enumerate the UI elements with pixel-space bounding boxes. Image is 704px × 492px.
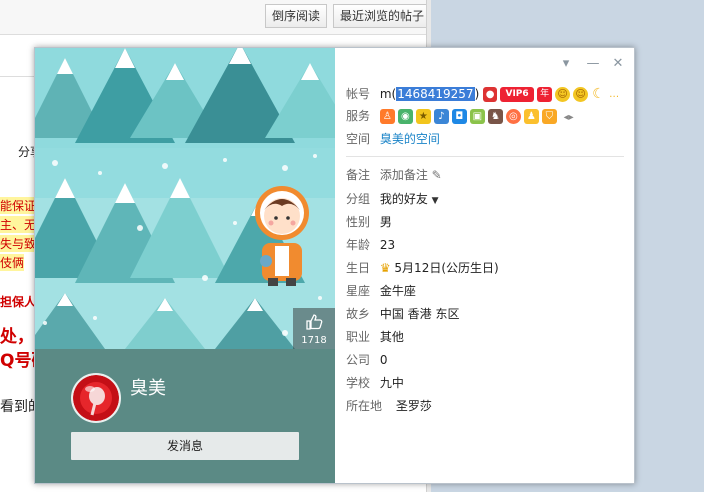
game-icon[interactable]: ◎: [505, 109, 521, 124]
job-value: 其他: [379, 330, 404, 344]
cow-icon[interactable]: ♞: [487, 109, 503, 124]
star-icon[interactable]: ★: [415, 109, 431, 124]
gender-label: 性别: [346, 215, 371, 229]
services-row: 服务 ♙ ◉ ★ ♪ ◘ ▣ ♞ ◎ ♟ ⛉ ◂▸: [346, 107, 574, 125]
close-icon[interactable]: ✕: [610, 56, 626, 72]
dropdown-arrow-icon[interactable]: ▾: [558, 56, 574, 72]
job-label: 职业: [346, 330, 371, 344]
thumbs-up-icon: [306, 314, 323, 330]
recent-posts-button[interactable]: 最近浏览的帖子: [333, 4, 432, 28]
space-link[interactable]: 臭美的空间: [380, 132, 440, 146]
send-message-button[interactable]: 发消息: [71, 432, 299, 460]
company-value: 0: [379, 353, 388, 367]
group-label: 分组: [346, 192, 371, 206]
profile-left-panel: 1718 臭美 发消息: [35, 48, 335, 483]
zodiac-row: 星座 金牛座: [346, 282, 416, 300]
gender-value: 男: [379, 215, 392, 229]
add-remark-link[interactable]: 添加备注: [380, 168, 428, 182]
zodiac-value: 金牛座: [379, 284, 416, 298]
birthday-row: 生日 ♛ 5月12日(公历生日): [346, 259, 499, 277]
peek-text: 失与致: [0, 235, 37, 252]
year-badge: 年: [537, 87, 553, 102]
hometown-value: 中国 香港 东区: [379, 307, 460, 321]
music-icon[interactable]: ♪: [433, 109, 449, 124]
school-row: 学校 九中: [346, 374, 404, 392]
location-label: 所在地: [346, 399, 383, 413]
profile-info-panel: ▾ — ✕ 帐号 m(1468419257) ● VIP6 年 ☺ ☺ ☾… 服务 ♙ ◉ ★…: [335, 48, 634, 483]
company-label: 公司: [346, 353, 371, 367]
account-number[interactable]: 1468419257: [396, 87, 475, 101]
age-label: 年龄: [346, 238, 371, 252]
location-value: 圣罗莎: [395, 399, 432, 413]
services-label: 服务: [346, 109, 371, 123]
zodiac-label: 星座: [346, 284, 371, 298]
like-count: 1718: [301, 335, 327, 346]
gift-icon[interactable]: ▣: [469, 109, 485, 124]
age-row: 年龄 23: [346, 236, 395, 254]
job-row: 职业 其他: [346, 328, 404, 346]
vip-badge: VIP6: [500, 87, 535, 102]
hometown-row: 故乡 中国 香港 东区: [346, 305, 459, 323]
avatar-image: [73, 375, 119, 421]
school-value: 九中: [379, 376, 404, 390]
group-select[interactable]: 我的好友: [380, 192, 428, 206]
pencil-icon[interactable]: ✎: [432, 168, 442, 182]
profile-card: 1718 臭美 发消息 ▾ — ✕ 帐号 m(1468419257) ● VIP6…: [34, 47, 635, 484]
birthday-value: 5月12日(公历生日): [394, 261, 499, 275]
smiley-icon: ☺: [555, 87, 571, 102]
qq-penguin-icon: ●: [483, 87, 498, 102]
account-suffix: ): [474, 87, 480, 101]
account-prefix: m(: [379, 87, 397, 101]
smiley-icon: ☺: [573, 87, 589, 102]
moon-icon: ☾: [592, 86, 605, 102]
space-row: 空间 臭美的空间: [346, 130, 440, 148]
peek-text: 担保人: [0, 295, 37, 309]
location-row: 所在地 圣罗莎: [346, 397, 432, 415]
remark-label: 备注: [346, 168, 371, 182]
more-icon[interactable]: …: [609, 87, 619, 102]
group-row: 分组 我的好友 ▼: [346, 190, 439, 208]
account-label: 帐号: [346, 87, 371, 101]
crown-icon: ♛: [379, 261, 391, 275]
age-value: 23: [379, 238, 396, 252]
space-label: 空间: [346, 132, 371, 146]
qq-show-icon[interactable]: ♙: [379, 109, 395, 124]
hometown-label: 故乡: [346, 307, 371, 321]
penguin-icon[interactable]: ♟: [523, 109, 539, 124]
divider: [346, 156, 624, 157]
reverse-read-button[interactable]: 倒序阅读: [265, 4, 328, 28]
account-row: 帐号 m(1468419257) ● VIP6 年 ☺ ☺ ☾…: [346, 85, 622, 103]
camera-icon[interactable]: ◘: [451, 109, 467, 124]
shield-icon[interactable]: ⛉: [541, 109, 557, 124]
peek-text: 主、无: [0, 216, 37, 233]
minimize-icon[interactable]: —: [585, 56, 601, 72]
birthday-label: 生日: [346, 261, 371, 275]
chevron-down-icon[interactable]: ▼: [432, 196, 439, 206]
remark-row: 备注 添加备注 ✎: [346, 166, 442, 184]
school-label: 学校: [346, 376, 371, 390]
company-row: 公司 0: [346, 351, 387, 369]
peek-text: 能保证: [0, 197, 37, 214]
scroll-arrows-icon[interactable]: ◂▸: [564, 112, 574, 123]
like-button[interactable]: 1718: [293, 308, 335, 349]
avatar[interactable]: [71, 373, 121, 423]
nickname: 臭美: [130, 378, 166, 399]
pet-icon[interactable]: ◉: [397, 109, 413, 124]
peek-text: 伎俩: [0, 254, 25, 271]
peek-text: 处，: [0, 327, 34, 347]
winter-cover-image: [35, 48, 335, 349]
gender-row: 性别 男: [346, 213, 392, 231]
